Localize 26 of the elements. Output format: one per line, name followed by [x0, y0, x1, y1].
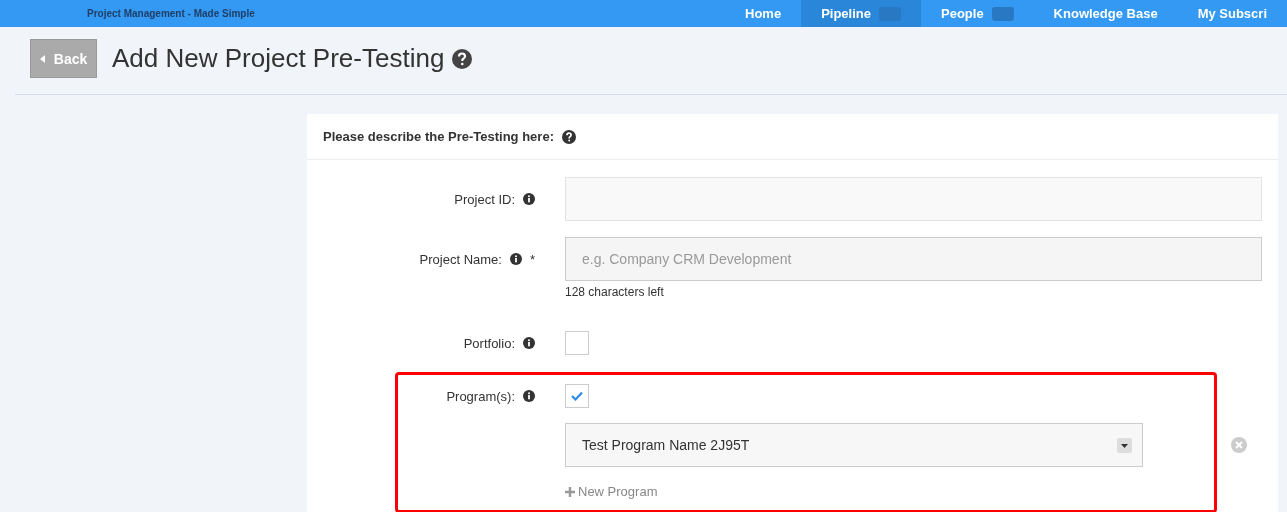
help-icon[interactable] [452, 48, 473, 69]
input-field[interactable] [565, 177, 1262, 221]
program-dropdown[interactable]: Test Program Name 2J95T [565, 423, 1143, 467]
field-label: Portfolio: [463, 335, 515, 351]
nav-tab[interactable]: Pipeline [801, 0, 921, 27]
character-count: 128 characters left [565, 285, 665, 299]
nav-tab[interactable]: My Subscri [1177, 0, 1287, 27]
field-label: Project ID: [454, 191, 515, 207]
form-heading: Please describe the Pre-Testing here: [323, 129, 554, 144]
input-field[interactable]: e.g. Company CRM Development [565, 237, 1262, 281]
caret-icon [39, 54, 45, 63]
plus-icon [565, 486, 575, 497]
help-icon[interactable] [561, 129, 576, 144]
nav-tab[interactable]: Knowledge Base [1033, 0, 1178, 27]
checkbox[interactable] [565, 331, 589, 355]
new-program-link[interactable]: New Program [565, 484, 658, 499]
field-label: Program(s): [446, 388, 515, 404]
required-mark: * [529, 251, 535, 267]
checkmark-icon [571, 391, 583, 401]
field-label: Project Name: [419, 251, 502, 267]
nav-tab[interactable]: Home [725, 0, 802, 27]
checkbox[interactable] [565, 384, 589, 408]
page-title: Add New Project Pre-Testing [112, 43, 445, 74]
app-tagline: Project Management - Made Simple [87, 8, 255, 19]
back-button[interactable]: Back [30, 39, 97, 78]
nav-tab[interactable]: People [921, 0, 1034, 27]
